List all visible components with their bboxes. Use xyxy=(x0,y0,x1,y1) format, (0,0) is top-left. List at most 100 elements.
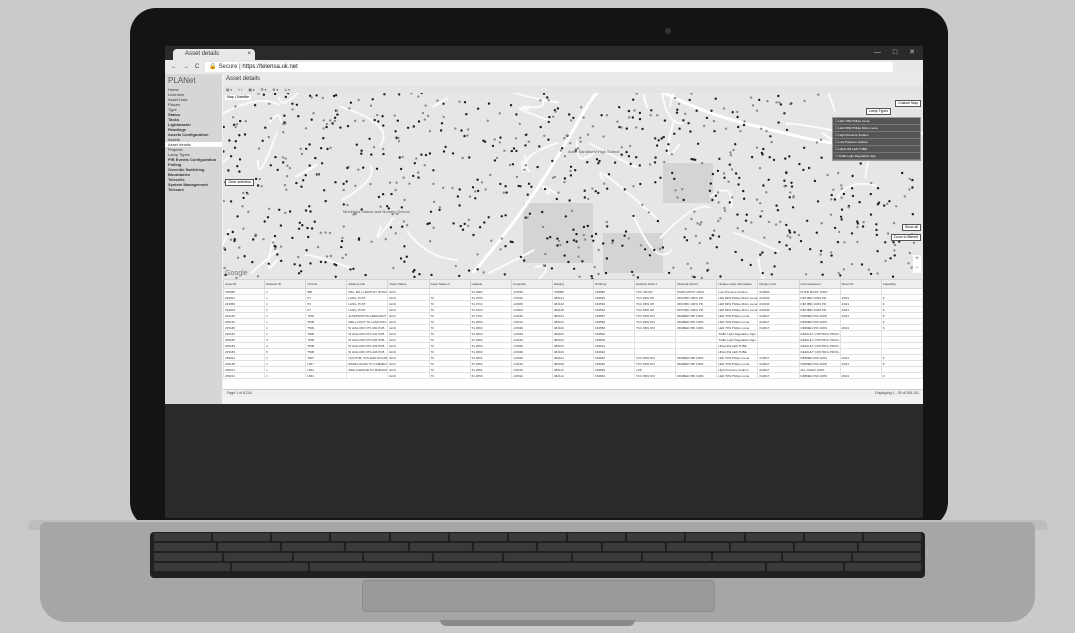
asset-marker[interactable] xyxy=(744,219,748,222)
asset-marker[interactable] xyxy=(382,124,385,127)
asset-marker[interactable] xyxy=(395,181,398,184)
asset-marker[interactable] xyxy=(498,112,501,115)
toolbar-item[interactable]: ▤ ▾ xyxy=(226,88,232,92)
asset-marker[interactable] xyxy=(334,275,337,278)
asset-marker[interactable] xyxy=(867,268,870,271)
asset-marker[interactable] xyxy=(655,144,659,147)
asset-marker[interactable] xyxy=(587,197,590,201)
asset-marker[interactable] xyxy=(731,111,734,114)
asset-marker[interactable] xyxy=(480,181,484,184)
asset-marker[interactable] xyxy=(541,225,545,229)
asset-marker[interactable] xyxy=(786,234,789,237)
asset-marker[interactable] xyxy=(869,192,872,196)
asset-marker[interactable] xyxy=(430,273,433,277)
asset-marker[interactable] xyxy=(528,212,532,215)
asset-marker[interactable] xyxy=(565,134,568,137)
asset-marker[interactable] xyxy=(538,145,541,148)
asset-marker[interactable] xyxy=(575,232,578,236)
asset-marker[interactable] xyxy=(755,146,759,149)
asset-marker[interactable] xyxy=(886,232,890,235)
asset-marker[interactable] xyxy=(306,226,309,230)
asset-marker[interactable] xyxy=(862,221,865,224)
asset-marker[interactable] xyxy=(476,107,480,110)
asset-marker[interactable] xyxy=(737,183,740,186)
asset-marker[interactable] xyxy=(341,256,344,260)
asset-marker[interactable] xyxy=(282,122,285,126)
asset-marker[interactable] xyxy=(829,213,833,216)
asset-marker[interactable] xyxy=(286,164,289,167)
asset-marker[interactable] xyxy=(740,258,744,262)
asset-marker[interactable] xyxy=(288,167,292,170)
asset-marker[interactable] xyxy=(869,272,873,276)
asset-marker[interactable] xyxy=(310,227,314,230)
asset-marker[interactable] xyxy=(595,158,599,161)
asset-marker[interactable] xyxy=(638,164,641,167)
asset-marker[interactable] xyxy=(701,162,704,165)
asset-marker[interactable] xyxy=(698,241,701,245)
asset-marker[interactable] xyxy=(798,162,801,166)
asset-marker[interactable] xyxy=(229,238,233,241)
asset-marker[interactable] xyxy=(869,213,873,216)
asset-marker[interactable] xyxy=(542,264,546,267)
asset-marker[interactable] xyxy=(760,127,763,130)
asset-marker[interactable] xyxy=(304,174,307,177)
asset-marker[interactable] xyxy=(396,119,399,122)
asset-marker[interactable] xyxy=(572,267,576,270)
asset-marker[interactable] xyxy=(352,267,355,270)
asset-marker[interactable] xyxy=(700,221,703,224)
asset-marker[interactable] xyxy=(563,180,566,184)
asset-marker[interactable] xyxy=(405,255,408,258)
asset-marker[interactable] xyxy=(759,202,762,205)
asset-marker[interactable] xyxy=(837,272,840,275)
asset-marker[interactable] xyxy=(297,255,300,259)
asset-marker[interactable] xyxy=(579,136,582,140)
asset-marker[interactable] xyxy=(856,222,860,225)
asset-marker[interactable] xyxy=(297,115,300,118)
list-item[interactable]: ☐ Low Pressure Sodium xyxy=(833,139,920,146)
asset-marker[interactable] xyxy=(760,209,764,213)
asset-marker[interactable] xyxy=(722,107,726,110)
asset-marker[interactable] xyxy=(504,214,507,217)
column-header[interactable]: Address Info xyxy=(346,279,389,289)
asset-marker[interactable] xyxy=(349,101,353,104)
asset-marker[interactable] xyxy=(647,211,650,214)
asset-marker[interactable] xyxy=(891,275,895,278)
asset-marker[interactable] xyxy=(420,153,423,156)
asset-marker[interactable] xyxy=(583,189,586,192)
asset-marker[interactable] xyxy=(840,187,843,190)
asset-marker[interactable] xyxy=(325,125,328,129)
asset-marker[interactable] xyxy=(342,182,345,186)
asset-marker[interactable] xyxy=(590,275,593,278)
asset-marker[interactable] xyxy=(695,109,698,112)
asset-marker[interactable] xyxy=(515,175,519,179)
minimize-icon[interactable]: — xyxy=(874,46,881,60)
asset-marker[interactable] xyxy=(586,161,589,164)
asset-marker[interactable] xyxy=(572,228,575,231)
asset-marker[interactable] xyxy=(279,224,283,227)
asset-marker[interactable] xyxy=(792,195,795,198)
asset-marker[interactable] xyxy=(242,191,245,195)
asset-marker[interactable] xyxy=(840,208,844,211)
asset-marker[interactable] xyxy=(426,114,430,118)
asset-marker[interactable] xyxy=(717,201,720,204)
asset-marker[interactable] xyxy=(402,220,405,223)
asset-marker[interactable] xyxy=(476,268,479,271)
asset-marker[interactable] xyxy=(851,194,855,198)
asset-marker[interactable] xyxy=(458,100,461,103)
asset-marker[interactable] xyxy=(234,105,237,108)
asset-marker[interactable] xyxy=(656,219,660,223)
asset-marker[interactable] xyxy=(305,147,308,150)
asset-marker[interactable] xyxy=(408,182,411,185)
asset-marker[interactable] xyxy=(908,251,911,255)
column-header[interactable]: Network ID xyxy=(264,279,307,289)
asset-marker[interactable] xyxy=(889,257,892,260)
zoom-in-button[interactable]: + xyxy=(913,255,921,264)
asset-marker[interactable] xyxy=(438,208,441,212)
asset-marker[interactable] xyxy=(806,219,809,222)
asset-marker[interactable] xyxy=(563,155,567,158)
asset-marker[interactable] xyxy=(650,109,653,112)
asset-marker[interactable] xyxy=(376,113,379,117)
asset-marker[interactable] xyxy=(369,104,373,107)
asset-marker[interactable] xyxy=(607,173,611,176)
asset-marker[interactable] xyxy=(536,165,539,169)
